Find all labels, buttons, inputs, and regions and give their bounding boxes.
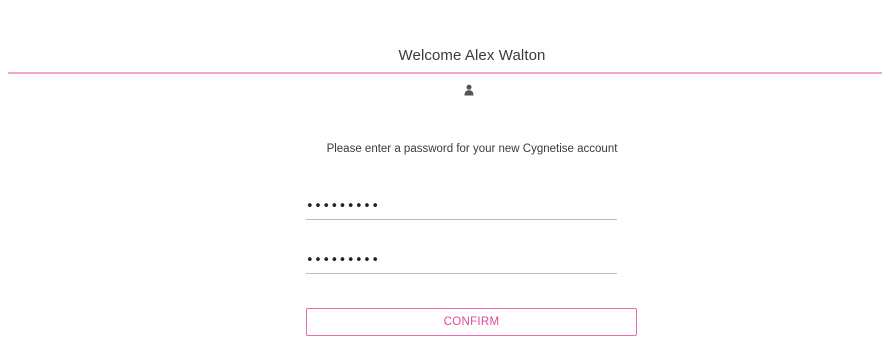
header-divider (8, 72, 882, 74)
instruction-text: Please enter a password for your new Cyg… (326, 143, 618, 155)
user-icon (464, 83, 474, 96)
password-field[interactable] (306, 195, 617, 220)
confirm-button[interactable]: CONFIRM (306, 308, 637, 336)
welcome-title: Welcome Alex Walton (398, 47, 546, 64)
confirm-password-field[interactable] (306, 249, 617, 274)
